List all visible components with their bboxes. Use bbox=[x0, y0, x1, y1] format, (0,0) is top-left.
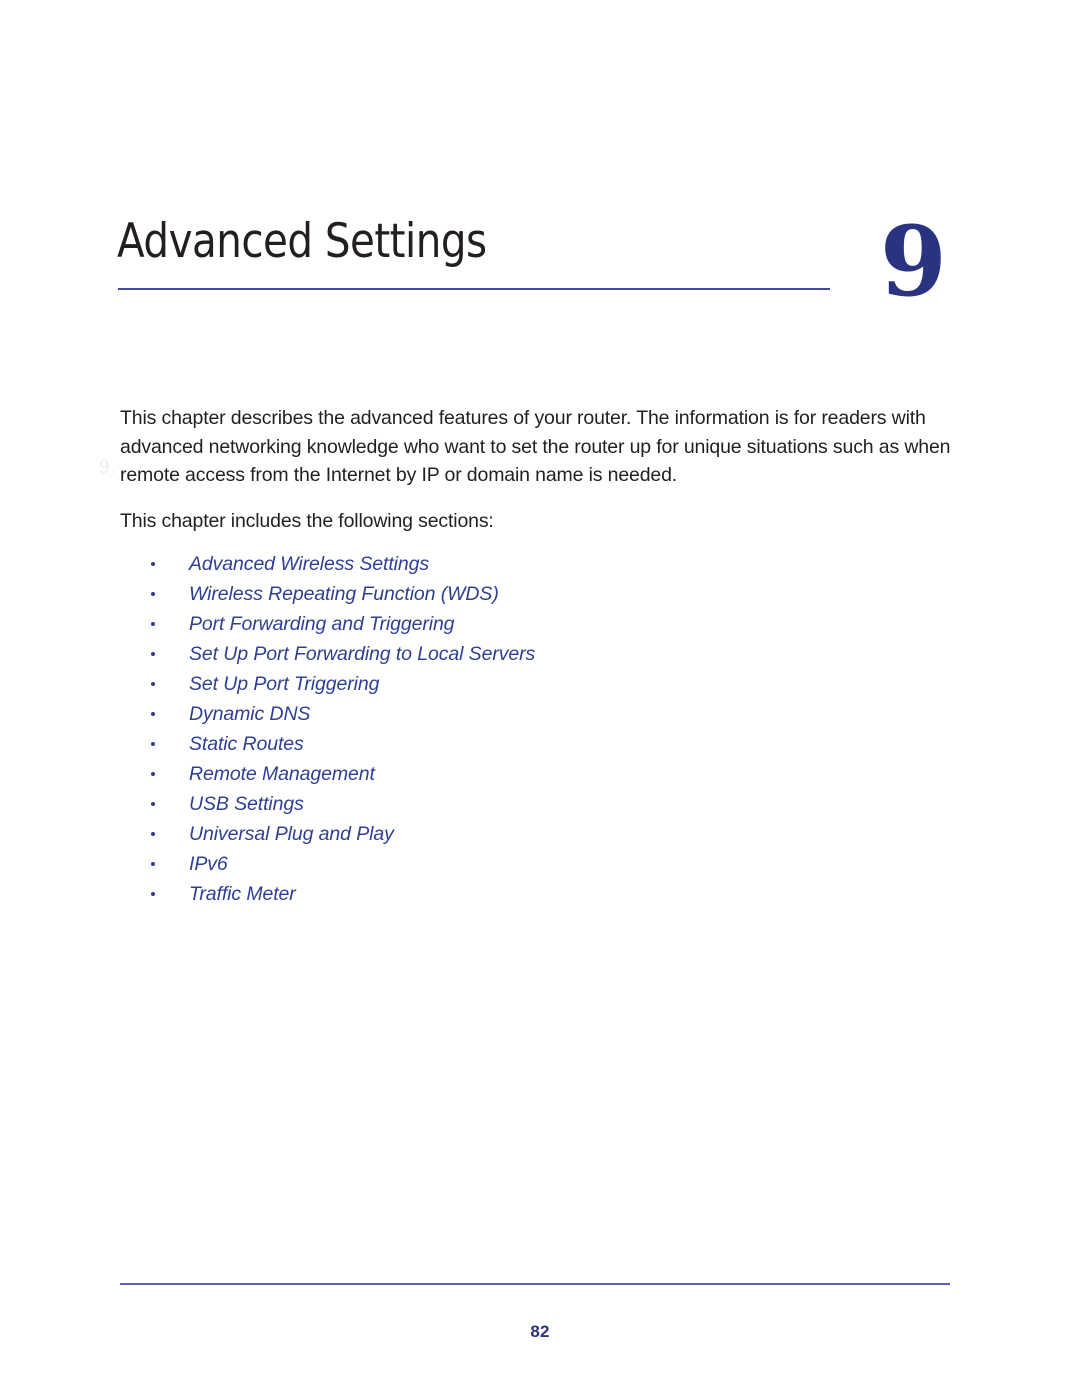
bullet-icon bbox=[151, 832, 155, 836]
list-item[interactable]: USB Settings bbox=[120, 789, 956, 819]
bullet-icon bbox=[151, 712, 155, 716]
bullet-icon bbox=[151, 772, 155, 776]
bullet-icon bbox=[151, 802, 155, 806]
section-link[interactable]: Wireless Repeating Function (WDS) bbox=[189, 583, 499, 605]
list-item[interactable]: Universal Plug and Play bbox=[120, 819, 956, 849]
bullet-icon bbox=[151, 892, 155, 896]
list-item[interactable]: Wireless Repeating Function (WDS) bbox=[120, 579, 956, 609]
footer-divider bbox=[120, 1283, 950, 1285]
list-item[interactable]: IPv6 bbox=[120, 849, 956, 879]
section-link[interactable]: Remote Management bbox=[189, 763, 375, 785]
chapter-number: 9 bbox=[880, 205, 947, 318]
list-item[interactable]: Remote Management bbox=[120, 759, 956, 789]
intro-paragraph: This chapter describes the advanced feat… bbox=[120, 407, 951, 486]
bullet-icon bbox=[151, 682, 155, 686]
chapter-header: 9. Advanced Settings 9 bbox=[0, 205, 1080, 478]
bullet-icon bbox=[151, 652, 155, 656]
section-link[interactable]: Dynamic DNS bbox=[189, 703, 310, 725]
section-link[interactable]: Set Up Port Triggering bbox=[189, 673, 379, 695]
section-link[interactable]: IPv6 bbox=[189, 853, 228, 875]
title-divider bbox=[118, 288, 830, 290]
section-link-list: Advanced Wireless Settings Wireless Repe… bbox=[120, 535, 956, 909]
section-link[interactable]: Advanced Wireless Settings bbox=[189, 553, 429, 575]
sections-lead-text: This chapter includes the following sect… bbox=[120, 509, 494, 532]
section-link[interactable]: Set Up Port Forwarding to Local Servers bbox=[189, 643, 535, 665]
list-item[interactable]: Set Up Port Triggering bbox=[120, 669, 956, 699]
bullet-icon bbox=[151, 862, 155, 866]
document-page: 9. Advanced Settings 9 This chapter desc… bbox=[0, 0, 1080, 1397]
bullet-icon bbox=[151, 742, 155, 746]
section-link[interactable]: USB Settings bbox=[189, 793, 304, 815]
list-item[interactable]: Traffic Meter bbox=[120, 879, 956, 909]
bullet-icon bbox=[151, 562, 155, 566]
section-link[interactable]: Static Routes bbox=[189, 733, 304, 755]
bullet-icon bbox=[151, 592, 155, 596]
section-link[interactable]: Traffic Meter bbox=[189, 883, 296, 905]
list-item[interactable]: Dynamic DNS bbox=[120, 699, 956, 729]
section-link[interactable]: Universal Plug and Play bbox=[189, 823, 394, 845]
list-item[interactable]: Advanced Wireless Settings bbox=[120, 549, 956, 579]
chapter-body: This chapter describes the advanced feat… bbox=[120, 404, 956, 909]
page-number: 82 bbox=[530, 1322, 550, 1341]
list-item[interactable]: Static Routes bbox=[120, 729, 956, 759]
bullet-icon bbox=[151, 622, 155, 626]
section-link[interactable]: Port Forwarding and Triggering bbox=[189, 613, 455, 635]
list-item[interactable]: Set Up Port Forwarding to Local Servers bbox=[120, 639, 956, 669]
chapter-ghost-marker: 9. bbox=[99, 457, 116, 478]
list-item[interactable]: Port Forwarding and Triggering bbox=[120, 609, 956, 639]
page-title: Advanced Settings bbox=[117, 214, 487, 269]
